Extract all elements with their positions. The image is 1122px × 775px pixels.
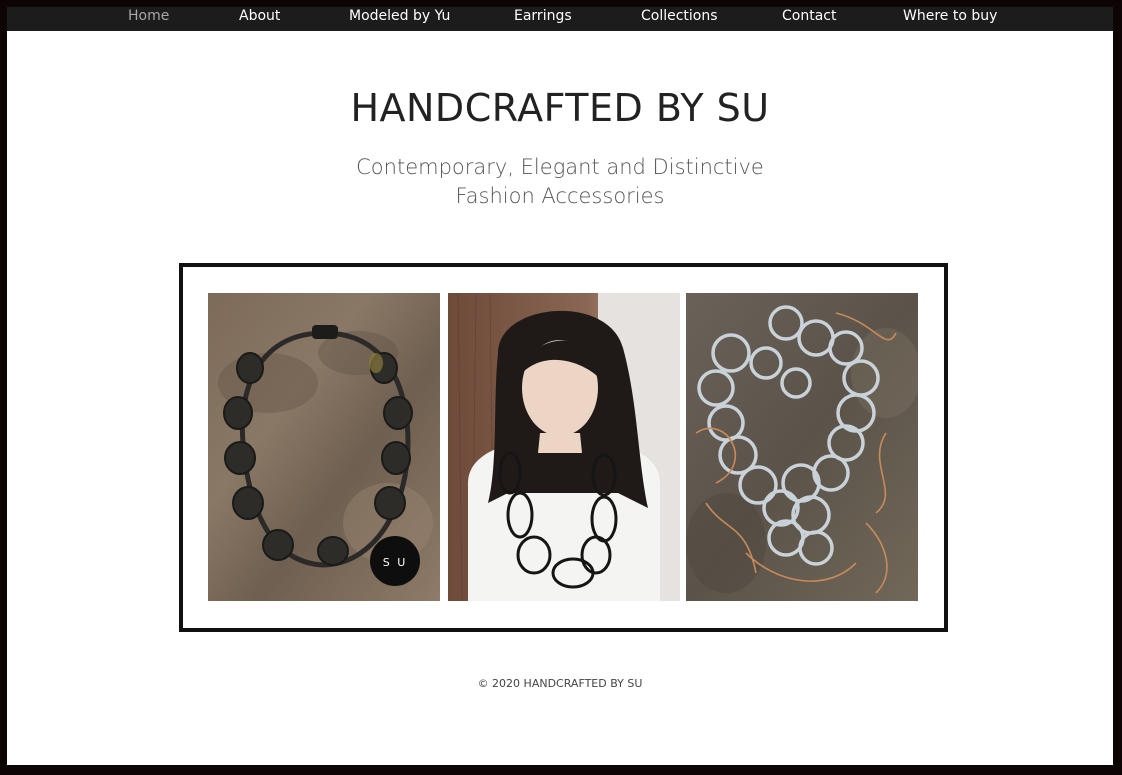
nav-item-collections[interactable]: Collections — [641, 7, 718, 31]
gallery-image-black-necklace[interactable]: S U — [208, 293, 440, 601]
su-logo-badge: S U — [383, 556, 408, 569]
tagline-line-1: Contemporary, Elegant and Distinctive — [356, 155, 764, 179]
gallery-image-rings-necklace[interactable] — [686, 293, 918, 601]
model-wearing-necklace-photo — [448, 293, 680, 601]
gallery-frame: S U — [179, 263, 948, 632]
site-tagline: Contemporary, Elegant and Distinctive Fa… — [7, 153, 1113, 211]
black-necklace-photo: S U — [208, 293, 440, 601]
nav-item-home[interactable]: Home — [128, 7, 169, 31]
gallery-image-model[interactable] — [448, 293, 680, 601]
nav-item-about[interactable]: About — [239, 7, 280, 31]
nav-item-contact[interactable]: Contact — [782, 7, 836, 31]
copyright-text: © 2020 HANDCRAFTED BY SU — [477, 677, 643, 690]
silver-copper-rings-necklace-photo — [686, 293, 918, 601]
top-nav-bar: Home About Modeled by Yu Earrings Collec… — [7, 7, 1113, 31]
site-title: HANDCRAFTED BY SU — [350, 86, 770, 130]
nav-item-earrings[interactable]: Earrings — [514, 7, 572, 31]
page: Home About Modeled by Yu Earrings Collec… — [7, 7, 1113, 765]
nav-item-modeled-by-yu[interactable]: Modeled by Yu — [349, 7, 450, 31]
nav-item-where-to-buy[interactable]: Where to buy — [903, 7, 997, 31]
tagline-line-2: Fashion Accessories — [455, 184, 665, 208]
